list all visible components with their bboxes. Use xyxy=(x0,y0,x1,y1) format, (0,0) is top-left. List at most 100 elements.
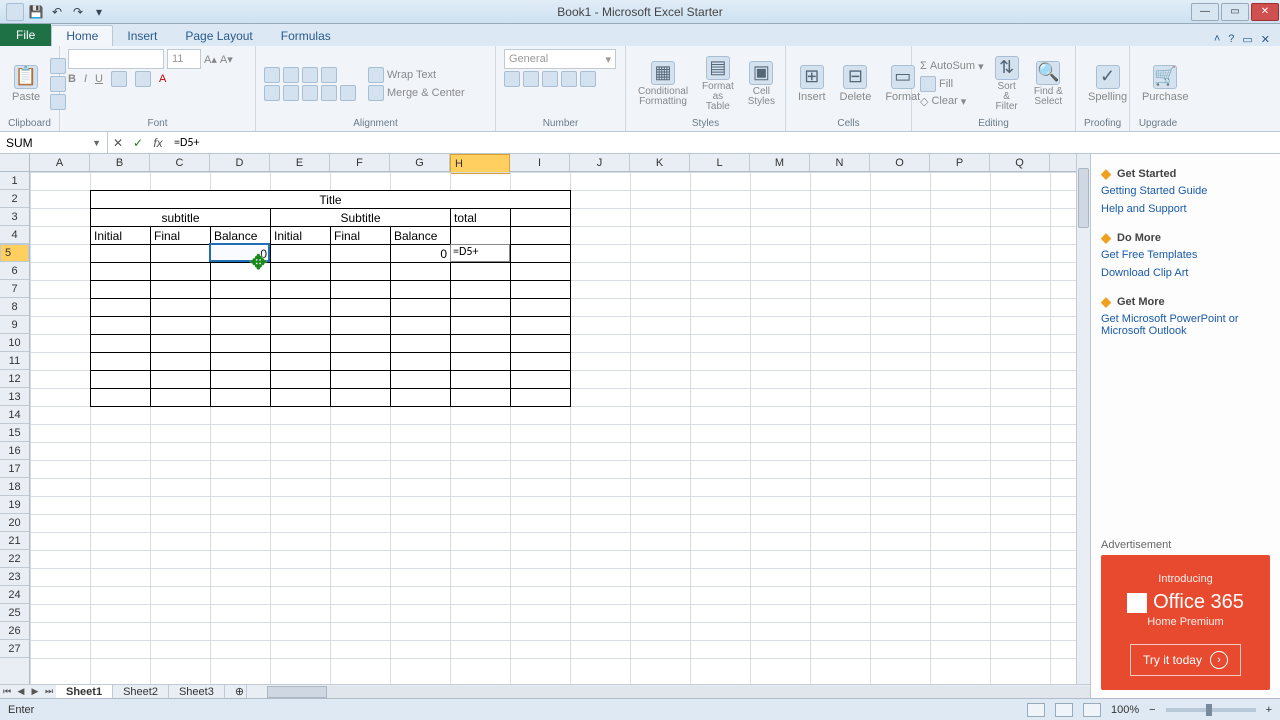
row-header-22[interactable]: 22 xyxy=(0,550,29,568)
font-name-select[interactable] xyxy=(68,49,164,69)
tab-insert[interactable]: Insert xyxy=(113,26,171,46)
font-color-icon[interactable]: A xyxy=(159,73,166,85)
zoom-slider[interactable] xyxy=(1166,708,1256,712)
new-sheet-button[interactable]: ⊕ xyxy=(225,685,247,699)
col-header-G[interactable]: G xyxy=(390,154,450,171)
italic-button[interactable]: I xyxy=(84,73,87,85)
underline-button[interactable]: U xyxy=(95,73,103,85)
col-header-I[interactable]: I xyxy=(510,154,570,171)
row-header-5[interactable]: 5 xyxy=(0,244,29,262)
align-bottom-icon[interactable] xyxy=(302,67,318,83)
row-header-18[interactable]: 18 xyxy=(0,478,29,496)
sheet-tab-3[interactable]: Sheet3 xyxy=(169,685,225,699)
indent-dec-icon[interactable] xyxy=(321,85,337,101)
side-link[interactable]: Help and Support xyxy=(1101,203,1270,215)
borders-icon[interactable] xyxy=(111,71,127,87)
help-icon[interactable]: ? xyxy=(1228,33,1234,46)
undo-button[interactable]: ↶ xyxy=(48,3,66,21)
tab-home[interactable]: Home xyxy=(51,25,113,46)
fill-button[interactable]: Fill xyxy=(939,78,953,90)
col-header-A[interactable]: A xyxy=(30,154,90,171)
qat-customize[interactable]: ▾ xyxy=(90,3,108,21)
row-header-17[interactable]: 17 xyxy=(0,460,29,478)
minimize-button[interactable]: — xyxy=(1191,3,1219,21)
format-as-table-button[interactable]: ▤Format as Table xyxy=(698,54,738,114)
row-header-25[interactable]: 25 xyxy=(0,604,29,622)
ribbon-minimize-icon[interactable]: ˄ xyxy=(1214,33,1220,46)
row-header-3[interactable]: 3 xyxy=(0,208,29,226)
side-link[interactable]: Get Free Templates xyxy=(1101,249,1270,261)
col-header-B[interactable]: B xyxy=(90,154,150,171)
align-right-icon[interactable] xyxy=(302,85,318,101)
col-header-C[interactable]: C xyxy=(150,154,210,171)
row-headers[interactable]: 1234567891011121314151617181920212223242… xyxy=(0,172,30,684)
fill-color-icon[interactable] xyxy=(135,71,151,87)
row-header-4[interactable]: 4 xyxy=(0,226,29,244)
user-table[interactable]: TitlesubtitleSubtitletotalInitialFinalBa… xyxy=(90,190,571,407)
number-format-select[interactable]: General▾ xyxy=(504,49,616,69)
tab-nav-first[interactable]: ⏮ xyxy=(0,686,14,697)
row-header-10[interactable]: 10 xyxy=(0,334,29,352)
align-middle-icon[interactable] xyxy=(283,67,299,83)
sort-filter-button[interactable]: ⇅Sort & Filter xyxy=(990,54,1024,114)
tab-formulas[interactable]: Formulas xyxy=(267,26,345,46)
merge-center-button[interactable]: Merge & Center xyxy=(387,87,465,99)
zoom-in-button[interactable]: + xyxy=(1266,704,1272,716)
tab-nav-next[interactable]: ▶ xyxy=(28,686,42,697)
row-header-11[interactable]: 11 xyxy=(0,352,29,370)
row-header-23[interactable]: 23 xyxy=(0,568,29,586)
find-select-button[interactable]: 🔍Find & Select xyxy=(1030,59,1067,109)
font-size-select[interactable]: 11 xyxy=(167,49,201,69)
clear-button[interactable]: Clear xyxy=(931,95,957,107)
sheet-tab-1[interactable]: Sheet1 xyxy=(56,684,113,698)
dec-decimal-icon[interactable] xyxy=(580,71,596,87)
ad-box[interactable]: Introducing Office 365 Home Premium Try … xyxy=(1101,555,1270,690)
sheet-tab-2[interactable]: Sheet2 xyxy=(113,685,169,699)
grow-font-icon[interactable]: A▴ xyxy=(204,53,217,66)
row-header-2[interactable]: 2 xyxy=(0,190,29,208)
view-normal-button[interactable] xyxy=(1027,703,1045,717)
paste-button[interactable]: 📋 Paste xyxy=(8,63,44,105)
align-top-icon[interactable] xyxy=(264,67,280,83)
tab-nav-last[interactable]: ⏭ xyxy=(42,686,56,697)
shrink-font-icon[interactable]: A▾ xyxy=(220,53,233,66)
row-header-9[interactable]: 9 xyxy=(0,316,29,334)
spelling-button[interactable]: ✓Spelling xyxy=(1084,63,1131,105)
inc-decimal-icon[interactable] xyxy=(561,71,577,87)
close-button[interactable]: ✕ xyxy=(1251,3,1279,21)
col-header-O[interactable]: O xyxy=(870,154,930,171)
tab-page-layout[interactable]: Page Layout xyxy=(171,26,266,46)
select-all-corner[interactable] xyxy=(0,154,30,172)
col-header-M[interactable]: M xyxy=(750,154,810,171)
col-header-N[interactable]: N xyxy=(810,154,870,171)
row-header-1[interactable]: 1 xyxy=(0,172,29,190)
save-button[interactable]: 💾 xyxy=(27,3,45,21)
row-header-14[interactable]: 14 xyxy=(0,406,29,424)
side-link[interactable]: Getting Started Guide xyxy=(1101,185,1270,197)
redo-button[interactable]: ↷ xyxy=(69,3,87,21)
col-header-K[interactable]: K xyxy=(630,154,690,171)
cell-grid[interactable]: TitlesubtitleSubtitletotalInitialFinalBa… xyxy=(30,172,1076,684)
side-link[interactable]: Download Clip Art xyxy=(1101,267,1270,279)
row-header-24[interactable]: 24 xyxy=(0,586,29,604)
zoom-out-button[interactable]: − xyxy=(1149,704,1155,716)
hscroll-thumb[interactable] xyxy=(267,686,327,698)
row-header-12[interactable]: 12 xyxy=(0,370,29,388)
vscroll-thumb[interactable] xyxy=(1078,168,1089,228)
row-header-13[interactable]: 13 xyxy=(0,388,29,406)
tab-nav-prev[interactable]: ◀ xyxy=(14,686,28,697)
align-center-icon[interactable] xyxy=(283,85,299,101)
maximize-button[interactable]: ▭ xyxy=(1221,3,1249,21)
side-link[interactable]: Get Microsoft PowerPoint or Microsoft Ou… xyxy=(1101,313,1270,337)
workbook-close-icon[interactable]: ✕ xyxy=(1261,33,1270,46)
active-cell-h5[interactable]: =D5+ xyxy=(450,244,510,262)
namebox-dropdown-icon[interactable]: ▼ xyxy=(92,138,101,148)
col-header-E[interactable]: E xyxy=(270,154,330,171)
row-header-26[interactable]: 26 xyxy=(0,622,29,640)
row-header-19[interactable]: 19 xyxy=(0,496,29,514)
zoom-knob[interactable] xyxy=(1206,704,1212,716)
percent-icon[interactable] xyxy=(523,71,539,87)
row-header-8[interactable]: 8 xyxy=(0,298,29,316)
row-header-16[interactable]: 16 xyxy=(0,442,29,460)
align-left-icon[interactable] xyxy=(264,85,280,101)
